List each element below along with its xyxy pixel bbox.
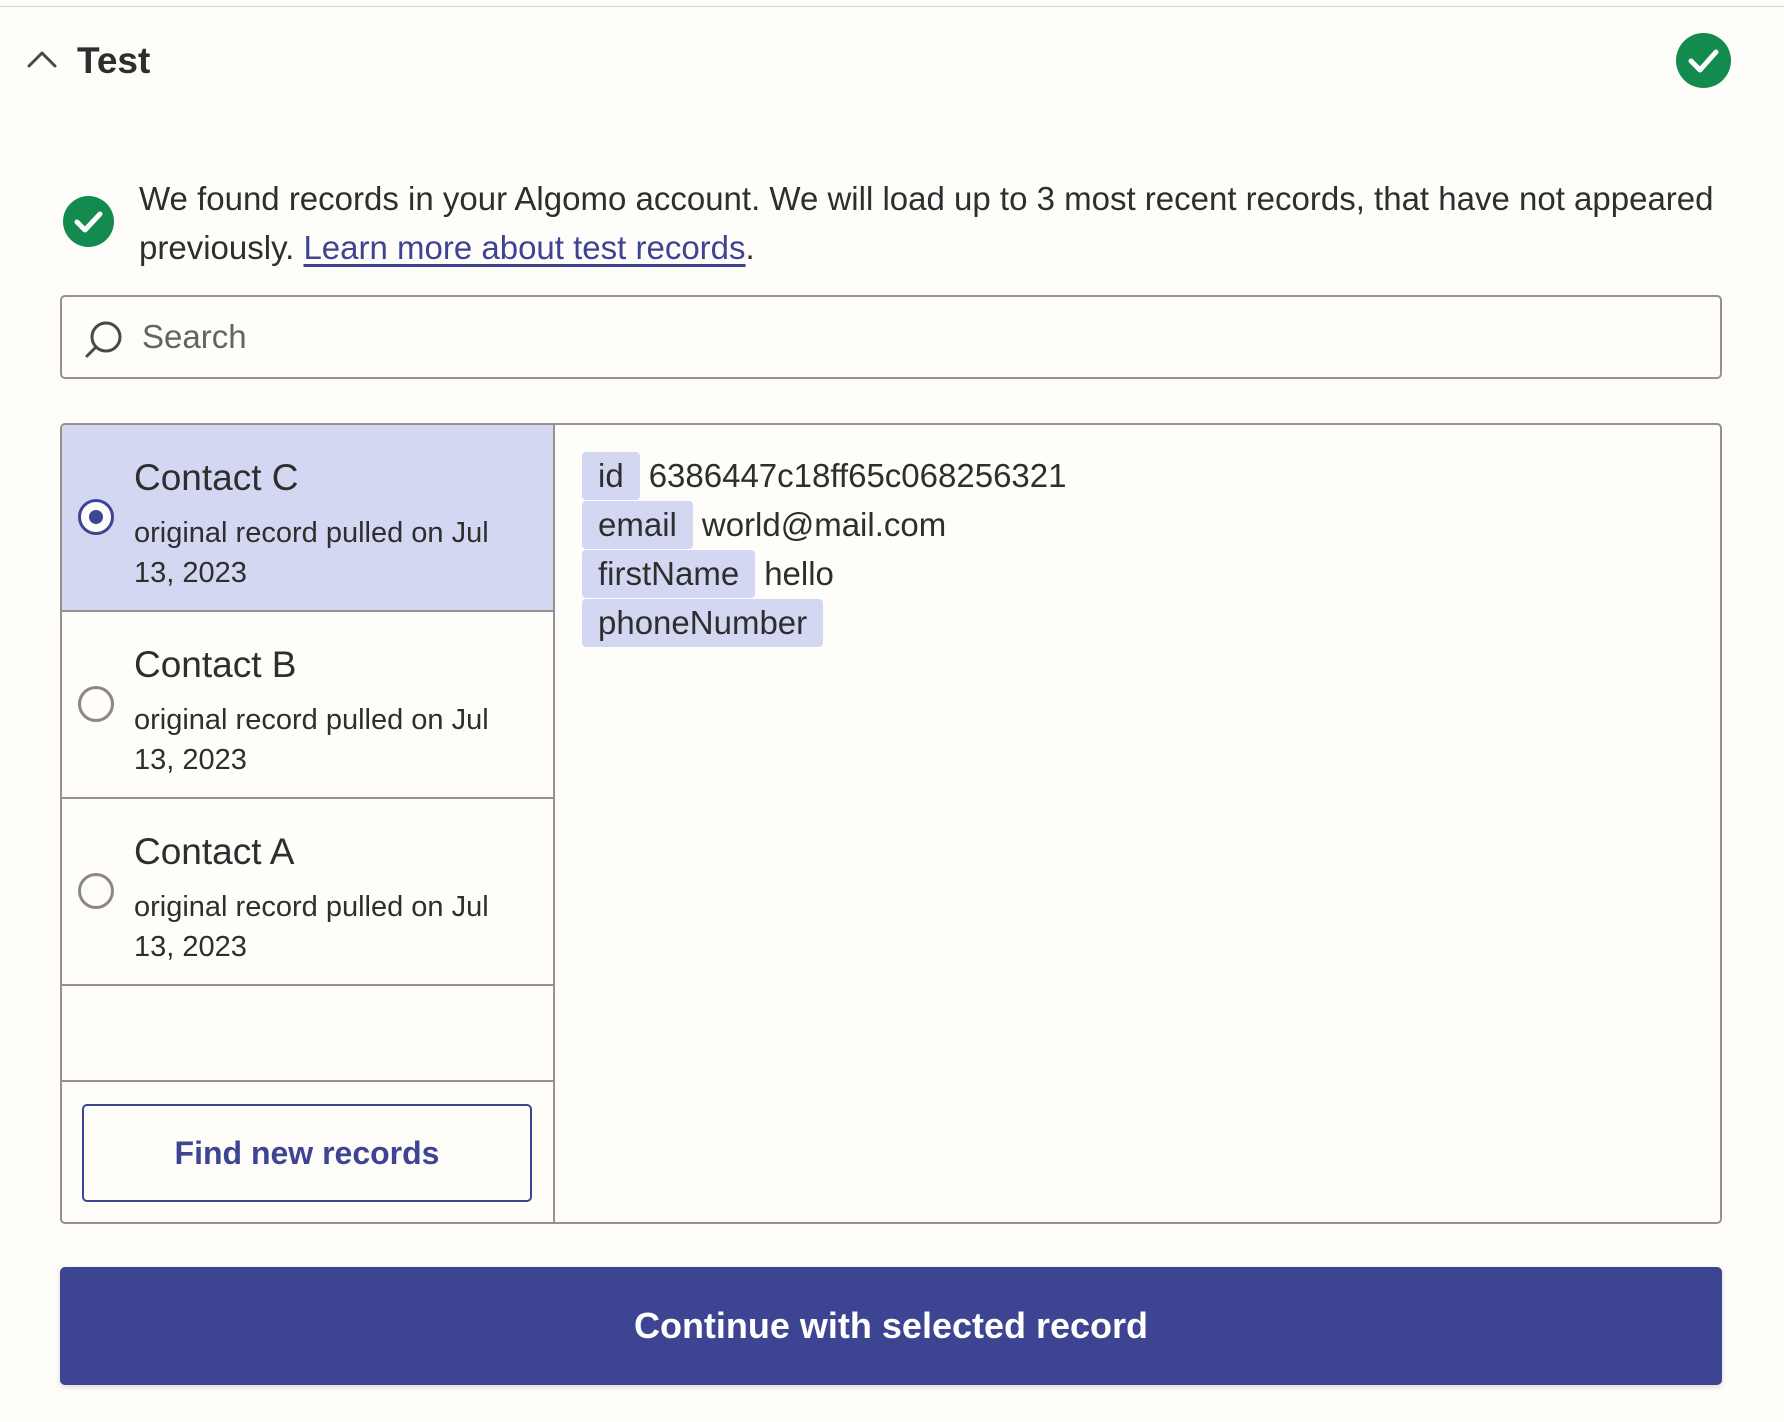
field-row-email: email world@mail.com — [582, 501, 946, 549]
field-key: email — [582, 501, 693, 549]
field-row-id: id 6386447c18ff65c068256321 — [582, 452, 1067, 500]
radio-unselected[interactable] — [78, 686, 114, 722]
field-row-firstname: firstName hello — [582, 550, 834, 598]
field-key: firstName — [582, 550, 756, 598]
learn-more-link[interactable]: Learn more about test records — [303, 229, 745, 266]
record-name: Contact C — [134, 457, 299, 498]
check-circle-icon — [1676, 33, 1731, 88]
section-header: Test — [0, 0, 1784, 120]
search-icon — [82, 319, 124, 361]
field-value: world@mail.com — [701, 506, 947, 543]
empty-list-row — [62, 986, 553, 1082]
find-new-records-button[interactable]: Find new records — [82, 1104, 532, 1202]
record-item-contact-b[interactable]: Contact B original record pulled on Jul … — [62, 612, 553, 799]
continue-button[interactable]: Continue with selected record — [60, 1267, 1722, 1385]
record-meta: original record pulled on Jul 13, 2023 — [134, 517, 489, 589]
info-message: We found records in your Algomo account.… — [139, 174, 1739, 272]
records-panel: Contact C original record pulled on Jul … — [60, 423, 1722, 1224]
record-item-contact-a[interactable]: Contact A original record pulled on Jul … — [62, 799, 553, 986]
field-key: id — [582, 452, 640, 500]
record-meta: original record pulled on Jul 13, 2023 — [134, 704, 489, 776]
radio-selected[interactable] — [78, 499, 114, 535]
record-name: Contact A — [134, 831, 295, 872]
field-value: hello — [764, 555, 834, 592]
record-item-contact-c[interactable]: Contact C original record pulled on Jul … — [62, 425, 553, 612]
info-message-trailing: . — [745, 229, 755, 266]
field-key: phoneNumber — [582, 599, 824, 647]
record-meta: original record pulled on Jul 13, 2023 — [134, 891, 489, 963]
radio-dot — [89, 510, 103, 524]
field-value: 6386447c18ff65c068256321 — [648, 457, 1067, 494]
search-box — [60, 295, 1722, 379]
section-title[interactable]: Test — [77, 38, 150, 84]
field-row-phonenumber: phoneNumber — [582, 599, 832, 647]
radio-unselected[interactable] — [78, 873, 114, 909]
search-input[interactable] — [142, 305, 1702, 369]
record-list: Contact C original record pulled on Jul … — [62, 425, 555, 1222]
record-detail: id 6386447c18ff65c068256321 email world@… — [555, 425, 1720, 1222]
success-check-icon — [63, 196, 114, 247]
record-name: Contact B — [134, 644, 297, 685]
chevron-up-icon[interactable] — [26, 44, 58, 76]
